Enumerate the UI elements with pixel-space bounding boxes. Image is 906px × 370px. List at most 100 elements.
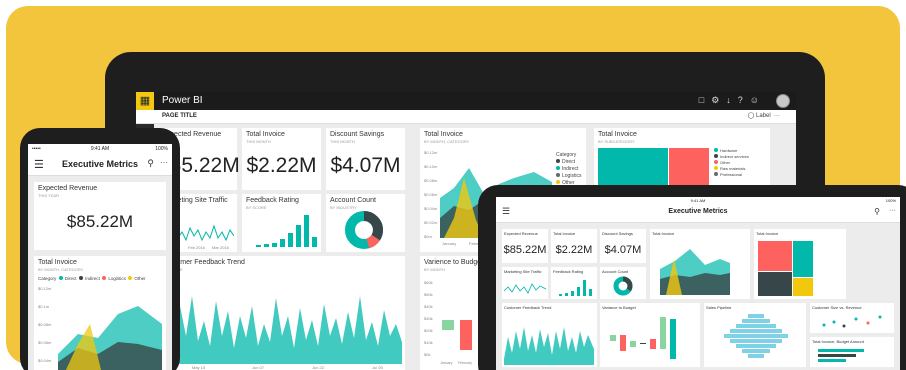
phone-header: ☰ Executive Metrics ⚲ ···: [28, 154, 172, 176]
area-chart: May 15 Jun 07 Jun 22 Jul 05: [162, 296, 402, 370]
area-chart: $0.12m $0.1m $0.08m $0.06m $0.04m: [38, 286, 162, 370]
legend-item: Other: [720, 160, 731, 165]
y-tick: $10k: [424, 340, 433, 345]
legend-item: Indirect: [85, 276, 100, 281]
tile-discount-savings[interactable]: Discount Savings THIS MONTH $4.07M: [326, 128, 405, 190]
tile-sales-pipeline[interactable]: Sales Pipeline: [704, 303, 806, 367]
tile-title: Sales Pipeline: [706, 305, 732, 310]
tile-title: Total Invoice, Budget Amount: [812, 339, 864, 344]
legend-item: Raw materials: [720, 166, 746, 171]
tile-title: Discount Savings: [330, 131, 385, 138]
feedback-series: [162, 296, 402, 364]
bar-chart: [818, 349, 864, 362]
tile-title: Account Count: [602, 269, 629, 274]
tile-total-invoice-budget[interactable]: Total Invoice, Budget Amount: [810, 337, 894, 367]
search-icon[interactable]: ⚲: [147, 158, 154, 169]
tile-title: Total Invoice: [553, 231, 576, 236]
x-tick: January: [440, 361, 453, 365]
tile-subtitle: BY MONTH: [424, 267, 446, 272]
app-launcher-icon[interactable]: ▦: [136, 92, 154, 110]
x-tick: Jun 07: [252, 365, 265, 370]
y-tick: $50k: [424, 292, 433, 297]
x-tick: Jun 22: [312, 365, 325, 370]
tile-feedback-rating[interactable]: Feedback Rating: [551, 267, 597, 299]
legend-item: Direct: [562, 159, 576, 165]
tablet-header: ☰ Executive Metrics ⚲ ···: [496, 203, 900, 223]
tile-kpi[interactable]: Expected Revenue $85.22M: [502, 229, 548, 263]
y-tick: $0.04m: [424, 206, 438, 211]
sparkline-chart: [504, 283, 546, 294]
avatar[interactable]: [776, 94, 790, 108]
legend-swatch: [79, 276, 84, 280]
tile-title: Varience to Budget: [424, 259, 484, 266]
area-chart: [660, 249, 730, 295]
tile-account-count[interactable]: Account Count BY INDUSTRY: [326, 194, 405, 252]
label-button[interactable]: ◯ Label ···: [748, 112, 780, 119]
phone-screen: ••••• 9:41 AM 100% ☰ Executive Metrics ⚲…: [28, 144, 172, 370]
tile-subtitle: BY SUBCATEGORY: [598, 139, 635, 144]
kpi-value: $2.22M: [555, 244, 593, 256]
y-tick: $0.08m: [38, 322, 52, 327]
page-title: PAGE TITLE: [162, 113, 197, 119]
y-tick: $0.06m: [424, 192, 438, 197]
tile-kpi[interactable]: Total Invoice $2.22M: [551, 229, 597, 263]
tile-total-invoice[interactable]: Total Invoice BY MONTH, CATEGORY Categor…: [34, 256, 166, 370]
legend-swatch: [556, 173, 560, 177]
toolbar-icons[interactable]: □⚙↓?☺: [699, 95, 766, 106]
treemap-cell: [793, 278, 813, 296]
chart-legend: Category Direct Indirect Logistics Other: [38, 276, 146, 281]
legend-item: Other: [134, 276, 146, 281]
bar-chart: [559, 280, 592, 296]
legend-item: Logistics: [562, 173, 582, 179]
tile-expected-revenue[interactable]: Expected Revenue THIS YEAR $85.22M: [34, 182, 166, 250]
tile-title: Total Invoice: [246, 131, 285, 138]
tile-account-count[interactable]: Account Count: [600, 267, 646, 299]
area-chart: [504, 327, 594, 365]
tile-customer-size[interactable]: Customer Size vs. Revenue: [810, 303, 894, 333]
tile-marketing-traffic[interactable]: Marketing Site Traffic: [502, 267, 548, 299]
legend-swatch: [714, 172, 718, 176]
y-tick: $0.12m: [38, 286, 52, 291]
legend-title: Category: [556, 152, 577, 158]
tile-title: Variance to Budget: [602, 305, 636, 310]
tile-kpi[interactable]: Discount Savings $4.07M: [600, 229, 646, 263]
tile-feedback-rating[interactable]: Feedback Rating BY SCORE: [242, 194, 321, 252]
legend-item: Logistics: [108, 276, 126, 281]
tile-total-invoice-area[interactable]: Total Invoice: [650, 229, 750, 299]
status-battery: 100%: [155, 146, 168, 152]
search-icon[interactable]: ⚲: [874, 207, 880, 216]
donut-chart: [613, 276, 633, 296]
x-tick: May 15: [192, 365, 206, 370]
y-tick: $0.08m: [424, 178, 438, 183]
tile-total-invoice-treemap[interactable]: Total Invoice: [754, 229, 846, 299]
tile-customer-feedback[interactable]: Customer Feedback Trend: [502, 303, 597, 367]
tile-customer-feedback[interactable]: Customer Feedback Trend BY SCORE May 15 …: [158, 256, 405, 370]
tile-title: Total Invoice: [652, 231, 675, 236]
legend-swatch: [58, 276, 63, 280]
tile-title: Expected Revenue: [38, 185, 98, 192]
kpi-value: $2.22M: [246, 154, 317, 177]
phone-status-bar: ••••• 9:41 AM 100%: [28, 144, 172, 154]
tile-subtitle: THIS MONTH: [246, 139, 271, 144]
treemap-legend: Hardware Indirect services Other Raw mat…: [714, 148, 749, 178]
more-options-icon[interactable]: ···: [160, 158, 168, 167]
more-options-icon[interactable]: ···: [889, 207, 896, 214]
tile-title: Feedback Rating: [553, 269, 584, 274]
scatter-chart: [822, 315, 882, 328]
legend-swatch: [714, 166, 718, 170]
header-title: Executive Metrics: [668, 208, 728, 215]
legend-item: Indirect: [562, 166, 579, 172]
tile-title: Expected Revenue: [504, 231, 538, 236]
y-tick: $0.06m: [38, 340, 52, 345]
app-title: Power BI: [162, 95, 203, 106]
y-tick: $0.10m: [424, 164, 438, 169]
chart-legend: Category Direct Indirect Logistics Other: [556, 152, 581, 187]
kpi-value: $4.07M: [330, 154, 401, 177]
y-tick: $0.02m: [424, 220, 438, 225]
legend-swatch: [714, 148, 718, 152]
bar-chart: [256, 215, 317, 247]
tablet-screen: 9:41 AM 100% ☰ Executive Metrics ⚲ ··· E…: [496, 197, 900, 370]
tile-variance-budget[interactable]: Variance to Budget: [600, 303, 700, 367]
page-header: PAGE TITLE ◯ Label ···: [136, 110, 796, 124]
tile-total-invoice-kpi[interactable]: Total Invoice THIS MONTH $2.22M: [242, 128, 321, 190]
